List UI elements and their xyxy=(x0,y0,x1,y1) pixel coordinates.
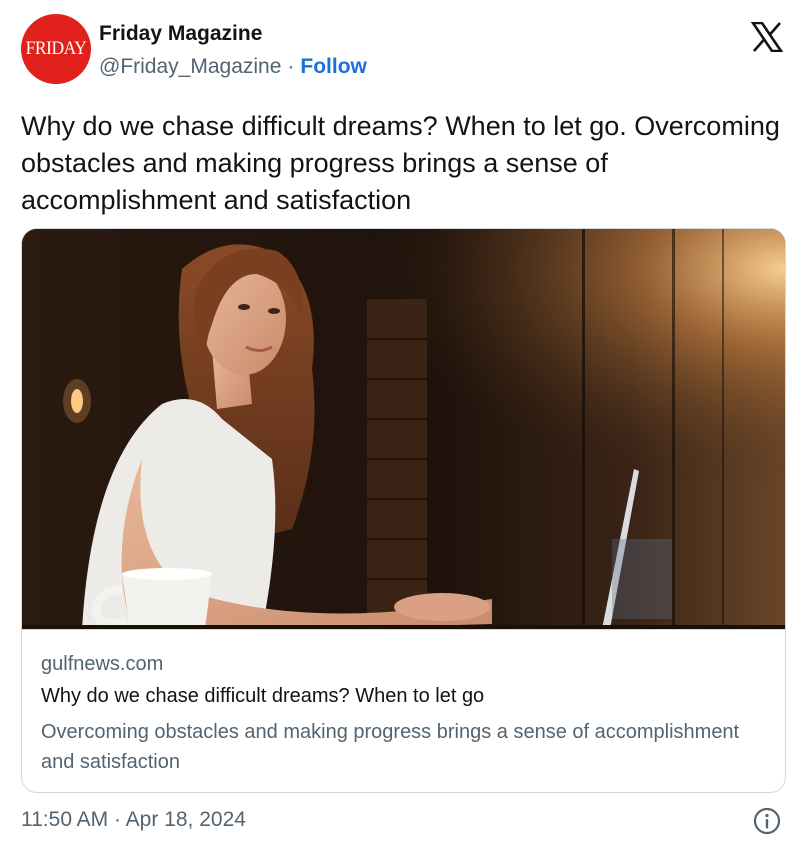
card-domain: gulfnews.com xyxy=(41,653,164,675)
tweet-text: Why do we chase difficult dreams? When t… xyxy=(21,111,780,215)
author-handle-row: @Friday_Magazine · Follow xyxy=(99,55,367,79)
tweet-embed: FRIDAY Friday Magazine @Friday_Magazine … xyxy=(0,0,800,843)
link-preview-card[interactable]: gulfnews.com Why do we chase difficult d… xyxy=(21,228,786,793)
author-handle[interactable]: @Friday_Magazine xyxy=(99,55,281,79)
author-avatar[interactable]: FRIDAY xyxy=(21,14,91,84)
card-photo xyxy=(22,229,785,629)
x-logo-icon[interactable] xyxy=(751,22,783,52)
separator-dot: · xyxy=(287,55,295,78)
follow-button[interactable]: Follow xyxy=(300,55,367,79)
info-icon[interactable] xyxy=(752,806,782,836)
card-title: Why do we chase difficult dreams? When t… xyxy=(41,685,485,707)
avatar-logo-text: FRIDAY xyxy=(25,38,87,59)
card-divider xyxy=(22,629,785,630)
tweet-timestamp[interactable]: 11:50 AM · Apr 18, 2024 xyxy=(21,808,246,832)
author-display-name[interactable]: Friday Magazine xyxy=(99,22,262,46)
card-image xyxy=(22,229,785,629)
card-description: Overcoming obstacles and making progress… xyxy=(41,721,740,773)
